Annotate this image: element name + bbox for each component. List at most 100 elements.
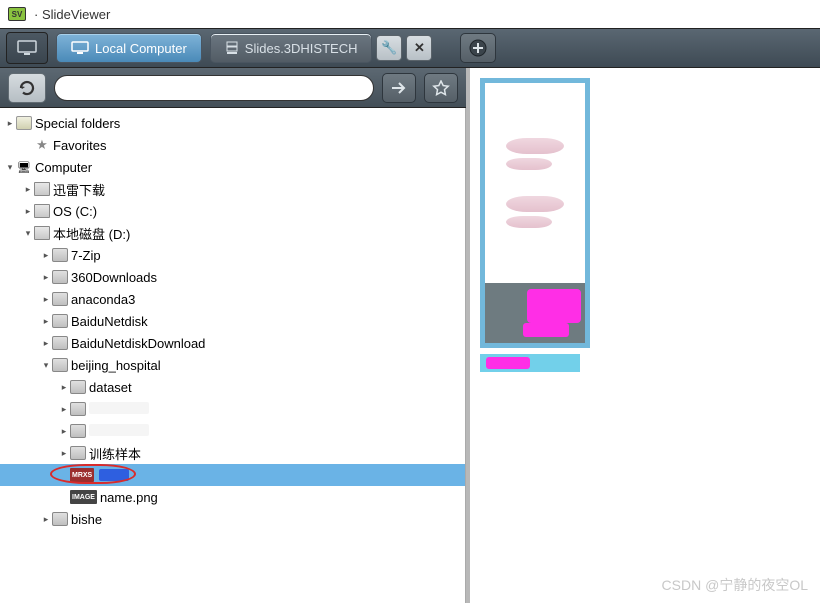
expand-caret[interactable] (4, 118, 16, 129)
expand-caret[interactable] (22, 228, 34, 239)
expand-caret[interactable] (58, 426, 70, 437)
expand-caret[interactable] (58, 448, 70, 459)
tree-label: Special folders (35, 116, 120, 131)
expand-caret[interactable] (40, 272, 52, 283)
tree-label: 训练样本 (89, 444, 141, 463)
folder-icon (52, 270, 68, 284)
tree-row[interactable]: 训练样本 (0, 442, 465, 464)
tree-label: OS (C:) (53, 204, 97, 219)
left-panel: Special folders Favorites Computer 迅雷下载 OS (… (0, 68, 466, 603)
watermark: CSDN @宁静的夜空OL (662, 575, 808, 595)
tree-row[interactable]: 迅雷下载 (0, 178, 465, 200)
slide-thumbnail[interactable] (480, 78, 590, 348)
preview-panel (470, 68, 820, 603)
tree-label: 迅雷下载 (53, 180, 105, 199)
tree-row[interactable]: 本地磁盘 (D:) (0, 222, 465, 244)
go-button[interactable] (382, 73, 416, 103)
app-icon: SV (8, 7, 26, 21)
folder-icon (70, 402, 86, 416)
path-toolbar (0, 68, 466, 108)
close-icon: ✕ (414, 40, 425, 56)
expand-caret[interactable] (58, 404, 70, 415)
tree-label: name.png (100, 490, 158, 505)
drive-icon (34, 204, 50, 218)
star-icon (432, 80, 450, 96)
tree-label: BaiduNetdiskDownload (71, 336, 205, 351)
tree-label: 360Downloads (71, 270, 157, 285)
tree-row[interactable]: dataset (0, 376, 465, 398)
arrow-right-icon (390, 81, 408, 95)
tree-label: Favorites (53, 138, 106, 153)
plus-icon (469, 39, 487, 57)
titlebar: SV · SlideViewer (0, 0, 820, 28)
tree-row[interactable]: 7-Zip (0, 244, 465, 266)
tree-row[interactable]: OS (C:) (0, 200, 465, 222)
file-badge-icon: IMAGE (70, 490, 97, 504)
tree-row[interactable] (0, 420, 465, 442)
tree-row[interactable]: beijing_hospital (0, 354, 465, 376)
tree-row[interactable]: Computer (0, 156, 465, 178)
expand-caret[interactable] (40, 338, 52, 349)
drive-icon (34, 182, 50, 196)
tree-row[interactable]: BaiduNetdiskDownload (0, 332, 465, 354)
folder-tree[interactable]: Special folders Favorites Computer 迅雷下载 OS (… (0, 108, 466, 603)
tree-row[interactable]: MRXS (0, 464, 465, 486)
expand-caret[interactable] (40, 250, 52, 261)
tree-label: 本地磁盘 (D:) (53, 224, 130, 243)
window-title: · SlideViewer (34, 7, 110, 22)
tree-label: dataset (89, 380, 132, 395)
tree-label: bishe (71, 512, 102, 527)
path-input[interactable] (54, 75, 374, 101)
expand-caret[interactable] (40, 294, 52, 305)
expand-caret[interactable] (58, 382, 70, 393)
server-icon (225, 41, 239, 55)
file-badge-icon: MRXS (70, 468, 94, 482)
tab-settings-button[interactable]: 🔧 (376, 35, 402, 61)
favorite-button[interactable] (424, 73, 458, 103)
tab-label: Slides.3DHISTECH (245, 41, 358, 56)
tree-label: BaiduNetdisk (71, 314, 148, 329)
monitor-icon (71, 41, 89, 55)
tree-row[interactable] (0, 398, 465, 420)
tab-close-button[interactable]: ✕ (406, 35, 432, 61)
tab-slides-3dhistech[interactable]: Slides.3DHISTECH (210, 33, 373, 63)
tree-row[interactable]: bishe (0, 508, 465, 530)
expand-caret[interactable] (22, 184, 34, 195)
tree-row[interactable]: 360Downloads (0, 266, 465, 288)
thumbnail-caption (480, 354, 580, 372)
display-mode-button[interactable] (6, 32, 48, 64)
computer-icon (16, 160, 32, 174)
tree-row[interactable]: anaconda3 (0, 288, 465, 310)
folder-icon (52, 292, 68, 306)
tree-label: beijing_hospital (71, 358, 161, 373)
tab-local-computer[interactable]: Local Computer (56, 33, 202, 63)
folder-icon (52, 314, 68, 328)
refresh-button[interactable] (8, 73, 46, 103)
expand-caret[interactable] (40, 360, 52, 371)
tree-label: 7-Zip (71, 248, 101, 263)
tree-label (89, 424, 149, 439)
drive-icon (34, 226, 50, 240)
expand-caret[interactable] (22, 206, 34, 217)
add-tab-button[interactable] (460, 33, 496, 63)
wrench-icon: 🔧 (381, 40, 397, 56)
folder-icon (52, 358, 68, 372)
folder-icon (52, 336, 68, 350)
monitor-icon (16, 39, 38, 57)
tree-row[interactable]: Special folders (0, 112, 465, 134)
expand-caret[interactable] (4, 162, 16, 173)
tree-row[interactable]: Favorites (0, 134, 465, 156)
tree-row[interactable]: IMAGEname.png (0, 486, 465, 508)
main-toolbar: Local Computer Slides.3DHISTECH 🔧 ✕ (0, 28, 820, 68)
tree-row[interactable]: BaiduNetdisk (0, 310, 465, 332)
folder-icon (70, 380, 86, 394)
tree-label (89, 402, 149, 417)
folder-o-icon (16, 116, 32, 130)
tree-label: Computer (35, 160, 92, 175)
tab-label: Local Computer (95, 41, 187, 56)
folder-icon (70, 424, 86, 438)
slide-image (485, 83, 585, 283)
refresh-icon (17, 79, 37, 97)
expand-caret[interactable] (40, 514, 52, 525)
expand-caret[interactable] (40, 316, 52, 327)
